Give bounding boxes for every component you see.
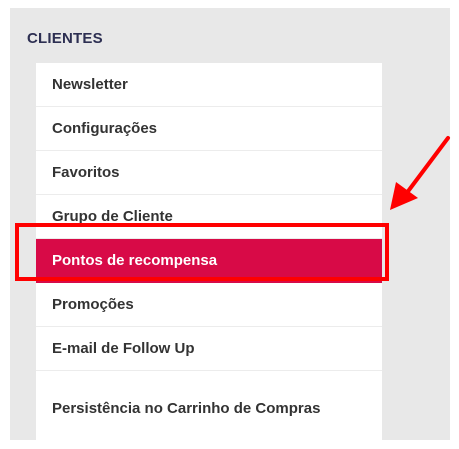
highlight-annotation-box	[15, 223, 389, 281]
menu-item-configuracoes[interactable]: Configurações	[36, 107, 382, 151]
menu-item-persistencia-carrinho[interactable]: Persistência no Carrinho de Compras	[36, 371, 382, 447]
menu-item-label: Favoritos	[52, 163, 120, 181]
menu-item-label: Promoções	[52, 295, 134, 313]
menu-item-email-follow-up[interactable]: E-mail de Follow Up	[36, 327, 382, 371]
menu-item-label: Configurações	[52, 119, 158, 137]
menu-item-favoritos[interactable]: Favoritos	[36, 151, 382, 195]
menu-item-promocoes[interactable]: Promoções	[36, 283, 382, 327]
menu-item-label: Persistência no Carrinho de Compras	[52, 400, 321, 417]
arrow-pointer-icon	[390, 136, 450, 210]
section-title: CLIENTES	[27, 30, 103, 47]
menu-item-newsletter[interactable]: Newsletter	[36, 63, 382, 107]
menu-item-label: Newsletter	[52, 75, 128, 93]
menu-item-label: E-mail de Follow Up	[52, 339, 195, 357]
